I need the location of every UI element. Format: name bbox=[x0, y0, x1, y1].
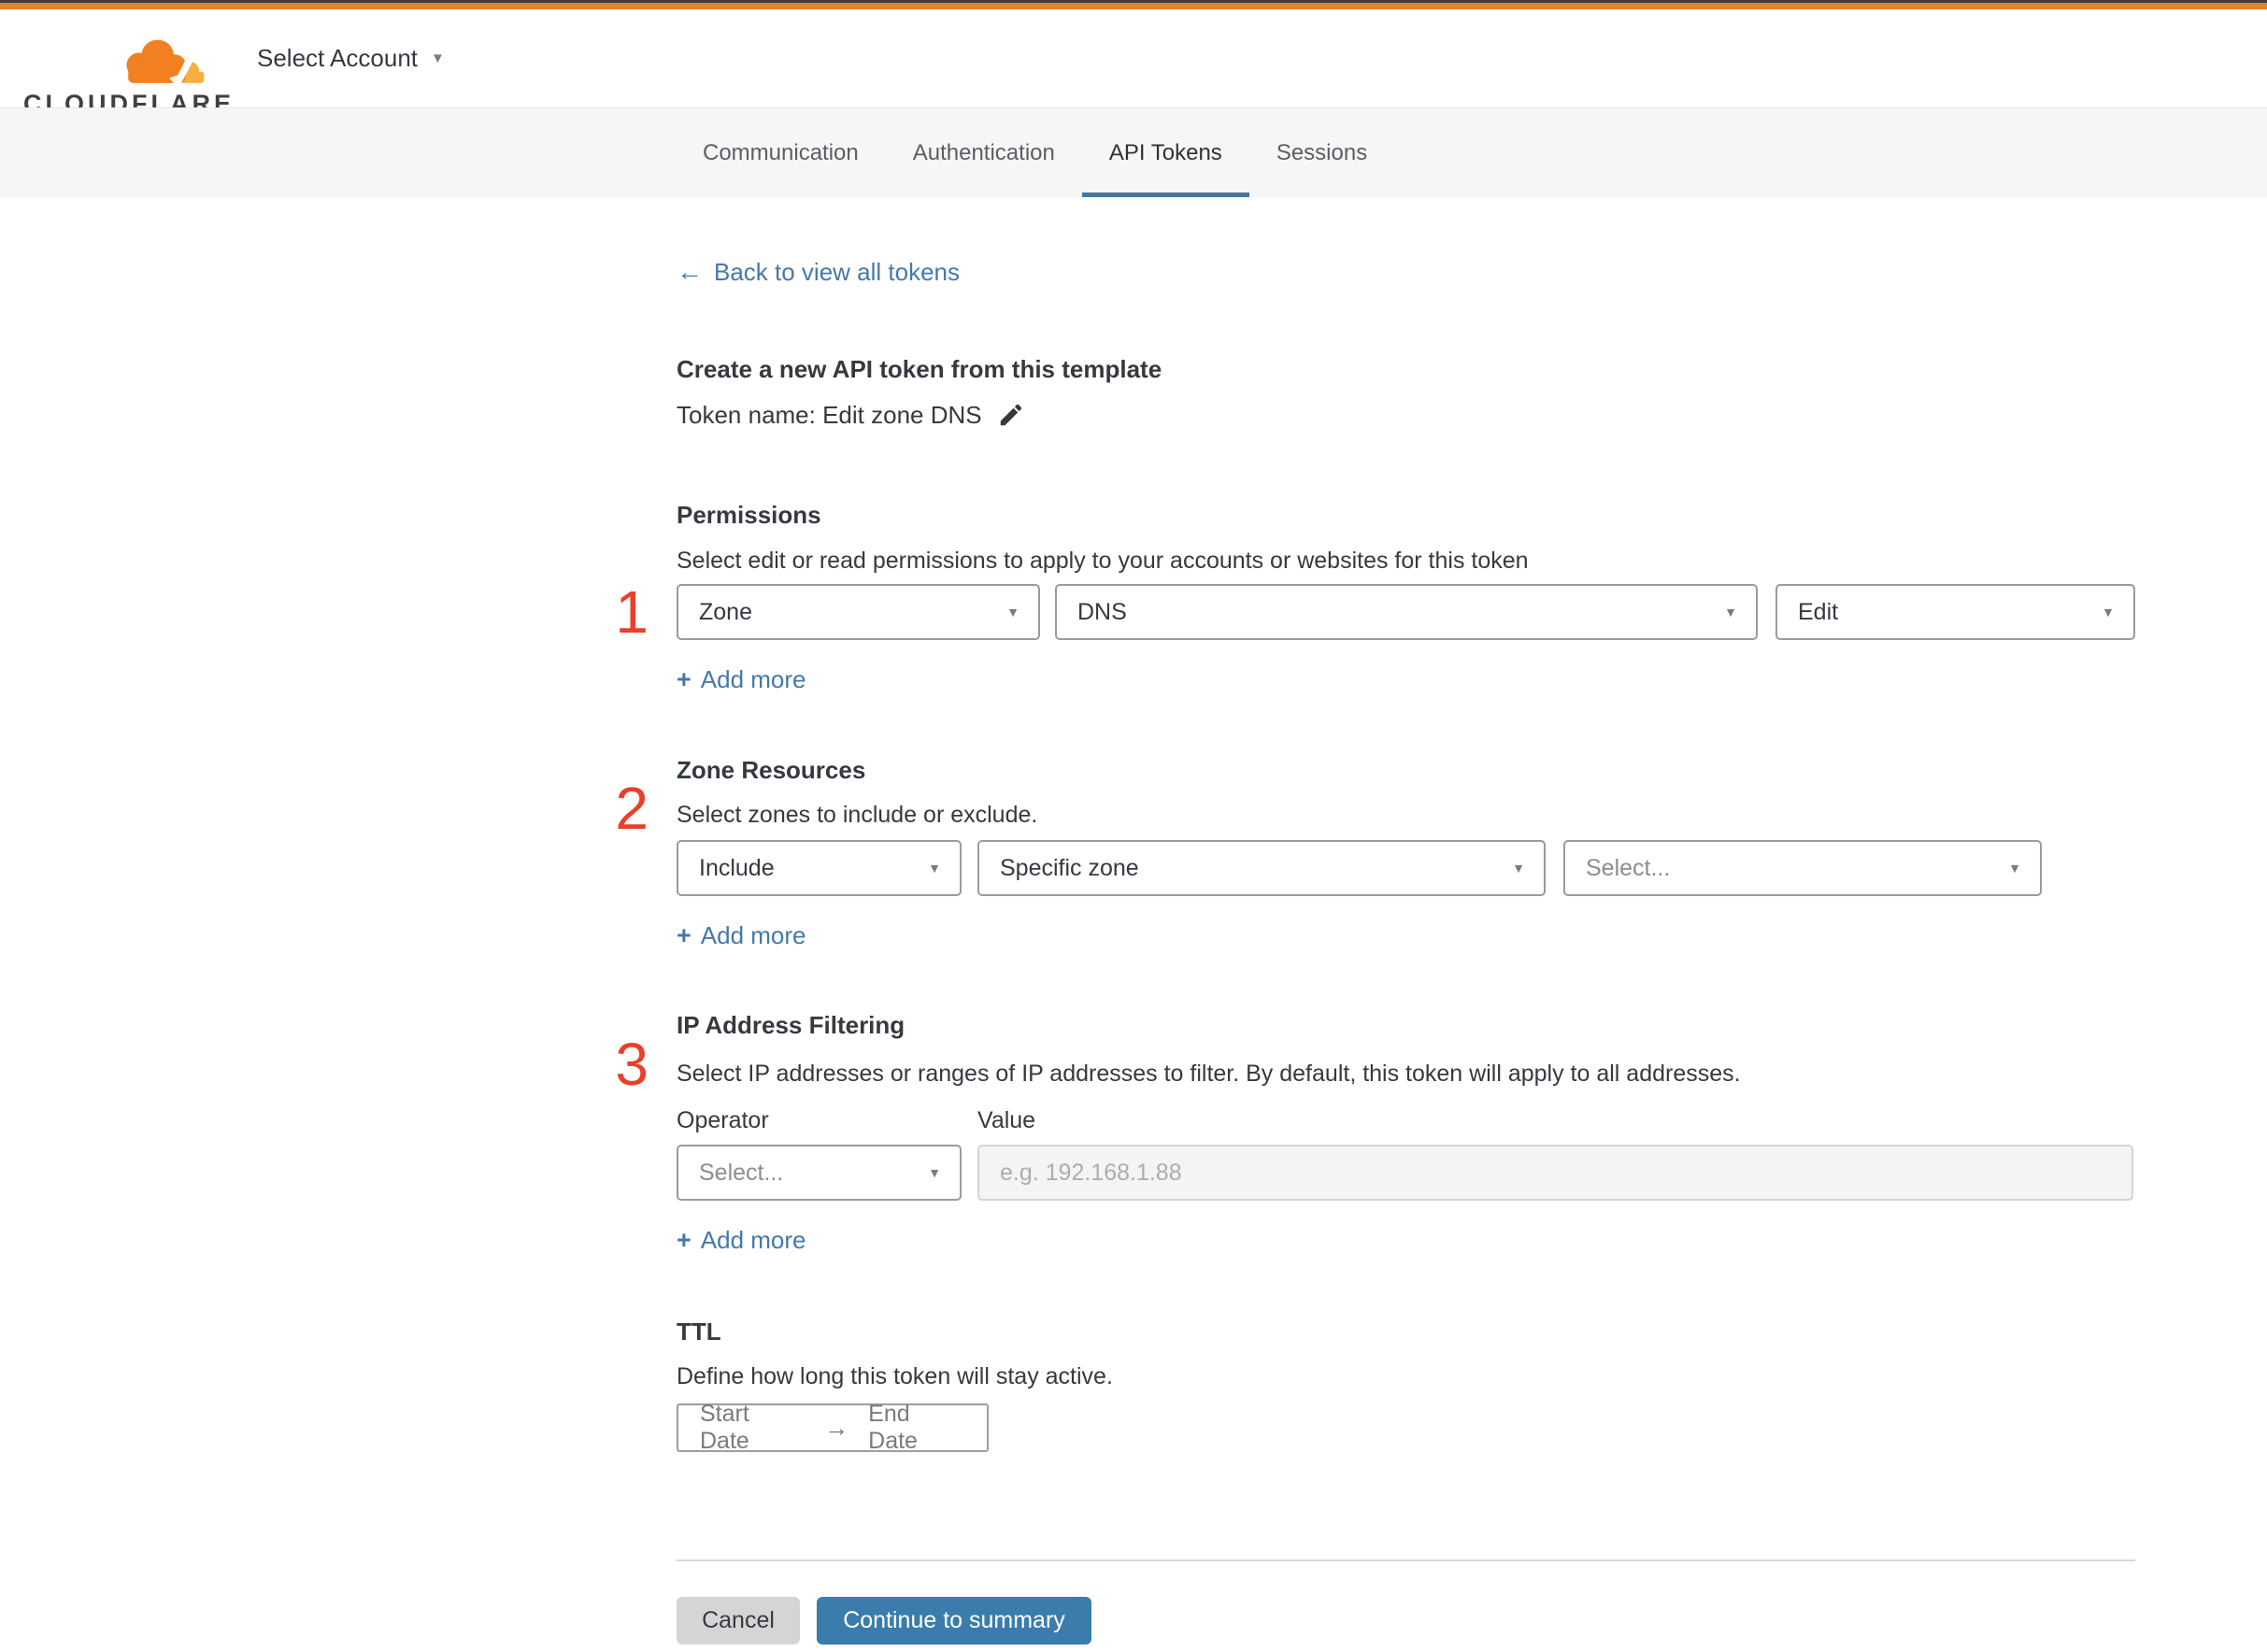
step-number-2: 2 bbox=[615, 775, 649, 842]
ip-filtering-description: Select IP addresses or ranges of IP addr… bbox=[677, 1061, 1741, 1087]
zone-resources-heading: Zone Resources bbox=[677, 756, 866, 784]
plus-icon: + bbox=[677, 921, 692, 949]
value-label: Value bbox=[977, 1107, 1036, 1133]
back-to-tokens-link[interactable]: ← Back to view all tokens bbox=[677, 257, 960, 287]
ttl-date-range-picker[interactable]: Start Date → End Date bbox=[677, 1401, 989, 1454]
footer-divider bbox=[677, 1559, 2135, 1561]
permission-access-value: Edit bbox=[1798, 598, 1839, 625]
tab-sessions[interactable]: Sessions bbox=[1249, 108, 1394, 198]
permission-type-dropdown[interactable]: DNS ▼ bbox=[1055, 584, 1758, 640]
chevron-down-icon: ▼ bbox=[2102, 605, 2115, 620]
start-date-placeholder: Start Date bbox=[700, 1401, 749, 1454]
add-more-label: Add more bbox=[700, 921, 806, 949]
zone-mode-dropdown[interactable]: Include ▼ bbox=[677, 840, 962, 896]
ip-value-input bbox=[977, 1145, 2133, 1201]
ttl-description: Define how long this token will stay act… bbox=[677, 1363, 1113, 1389]
brand-top-bar bbox=[0, 3, 2267, 9]
operator-label: Operator bbox=[677, 1107, 769, 1133]
back-link-label: Back to view all tokens bbox=[714, 258, 961, 286]
edit-pencil-icon[interactable] bbox=[997, 401, 1025, 429]
chevron-down-icon: ▼ bbox=[1512, 861, 1525, 876]
zone-select-dropdown[interactable]: Select... ▼ bbox=[1563, 840, 2042, 896]
chevron-down-icon: ▼ bbox=[928, 1165, 941, 1180]
add-more-label: Add more bbox=[700, 1226, 806, 1254]
tab-api-tokens[interactable]: API Tokens bbox=[1081, 108, 1249, 198]
continue-to-summary-button[interactable]: Continue to summary bbox=[817, 1597, 1091, 1645]
plus-icon: + bbox=[677, 665, 692, 693]
zone-resources-row: Include ▼ Specific zone ▼ Select... ▼ bbox=[677, 840, 2135, 896]
operator-dropdown[interactable]: Select... ▼ bbox=[677, 1145, 962, 1201]
account-selector-label: Select Account bbox=[257, 44, 418, 72]
tab-bar: Communication Authentication API Tokens … bbox=[0, 107, 2267, 198]
chevron-down-icon: ▼ bbox=[1724, 605, 1737, 620]
ip-filtering-labels: Operator Value bbox=[677, 1106, 2135, 1134]
token-name-text: Token name: Edit zone DNS bbox=[677, 400, 982, 429]
end-date-placeholder: End Date bbox=[868, 1401, 918, 1454]
footer-actions: Cancel Continue to summary bbox=[677, 1597, 2135, 1645]
cloudflare-cloud-icon bbox=[126, 39, 205, 85]
plus-icon: + bbox=[677, 1226, 692, 1254]
chevron-down-icon: ▼ bbox=[928, 861, 941, 876]
tabs: Communication Authentication API Tokens … bbox=[676, 108, 1394, 198]
arrow-right-icon: → bbox=[824, 1413, 849, 1442]
main-content: 1 2 3 ← Back to view all tokens Create a… bbox=[0, 197, 2267, 1652]
chevron-down-icon: ▼ bbox=[1006, 605, 1019, 620]
step-number-1: 1 bbox=[615, 578, 649, 646]
permission-type-value: DNS bbox=[1077, 598, 1127, 625]
tab-authentication[interactable]: Authentication bbox=[886, 108, 1082, 198]
zone-type-dropdown[interactable]: Specific zone ▼ bbox=[977, 840, 1546, 896]
step-number-3: 3 bbox=[615, 1031, 649, 1098]
ttl-heading: TTL bbox=[677, 1317, 721, 1346]
account-selector[interactable]: Select Account ▼ bbox=[257, 9, 445, 107]
chevron-down-icon: ▼ bbox=[431, 50, 445, 66]
permissions-add-more-link[interactable]: + Add more bbox=[677, 664, 806, 694]
cloudflare-logo: CLOUDFLARE bbox=[23, 9, 231, 118]
zone-type-value: Specific zone bbox=[1000, 854, 1139, 881]
chevron-down-icon: ▼ bbox=[2008, 861, 2021, 876]
zone-resources-add-more-link[interactable]: + Add more bbox=[677, 920, 806, 950]
permissions-description: Select edit or read permissions to apply… bbox=[677, 548, 1529, 574]
zone-mode-value: Include bbox=[699, 854, 775, 881]
zone-select-placeholder: Select... bbox=[1586, 854, 1671, 881]
ip-filtering-add-more-link[interactable]: + Add more bbox=[677, 1225, 806, 1255]
page-title: Create a new API token from this templat… bbox=[677, 355, 1162, 383]
permission-scope-value: Zone bbox=[699, 598, 752, 625]
permission-scope-dropdown[interactable]: Zone ▼ bbox=[677, 584, 1040, 640]
operator-placeholder: Select... bbox=[699, 1159, 784, 1186]
zone-resources-description: Select zones to include or exclude. bbox=[677, 802, 1038, 828]
add-more-label: Add more bbox=[700, 665, 806, 693]
permissions-heading: Permissions bbox=[677, 501, 821, 529]
permissions-row: Zone ▼ DNS ▼ Edit ▼ bbox=[677, 584, 2135, 640]
ip-filtering-heading: IP Address Filtering bbox=[677, 1011, 905, 1039]
app-header: CLOUDFLARE Select Account ▼ bbox=[0, 9, 2267, 118]
cancel-button[interactable]: Cancel bbox=[677, 1597, 800, 1645]
ip-filtering-row: Select... ▼ bbox=[677, 1145, 2135, 1201]
tab-communication[interactable]: Communication bbox=[676, 108, 886, 198]
permission-access-dropdown[interactable]: Edit ▼ bbox=[1775, 584, 2135, 640]
back-arrow-icon: ← bbox=[677, 257, 703, 286]
token-name-row: Token name: Edit zone DNS bbox=[677, 399, 2135, 431]
